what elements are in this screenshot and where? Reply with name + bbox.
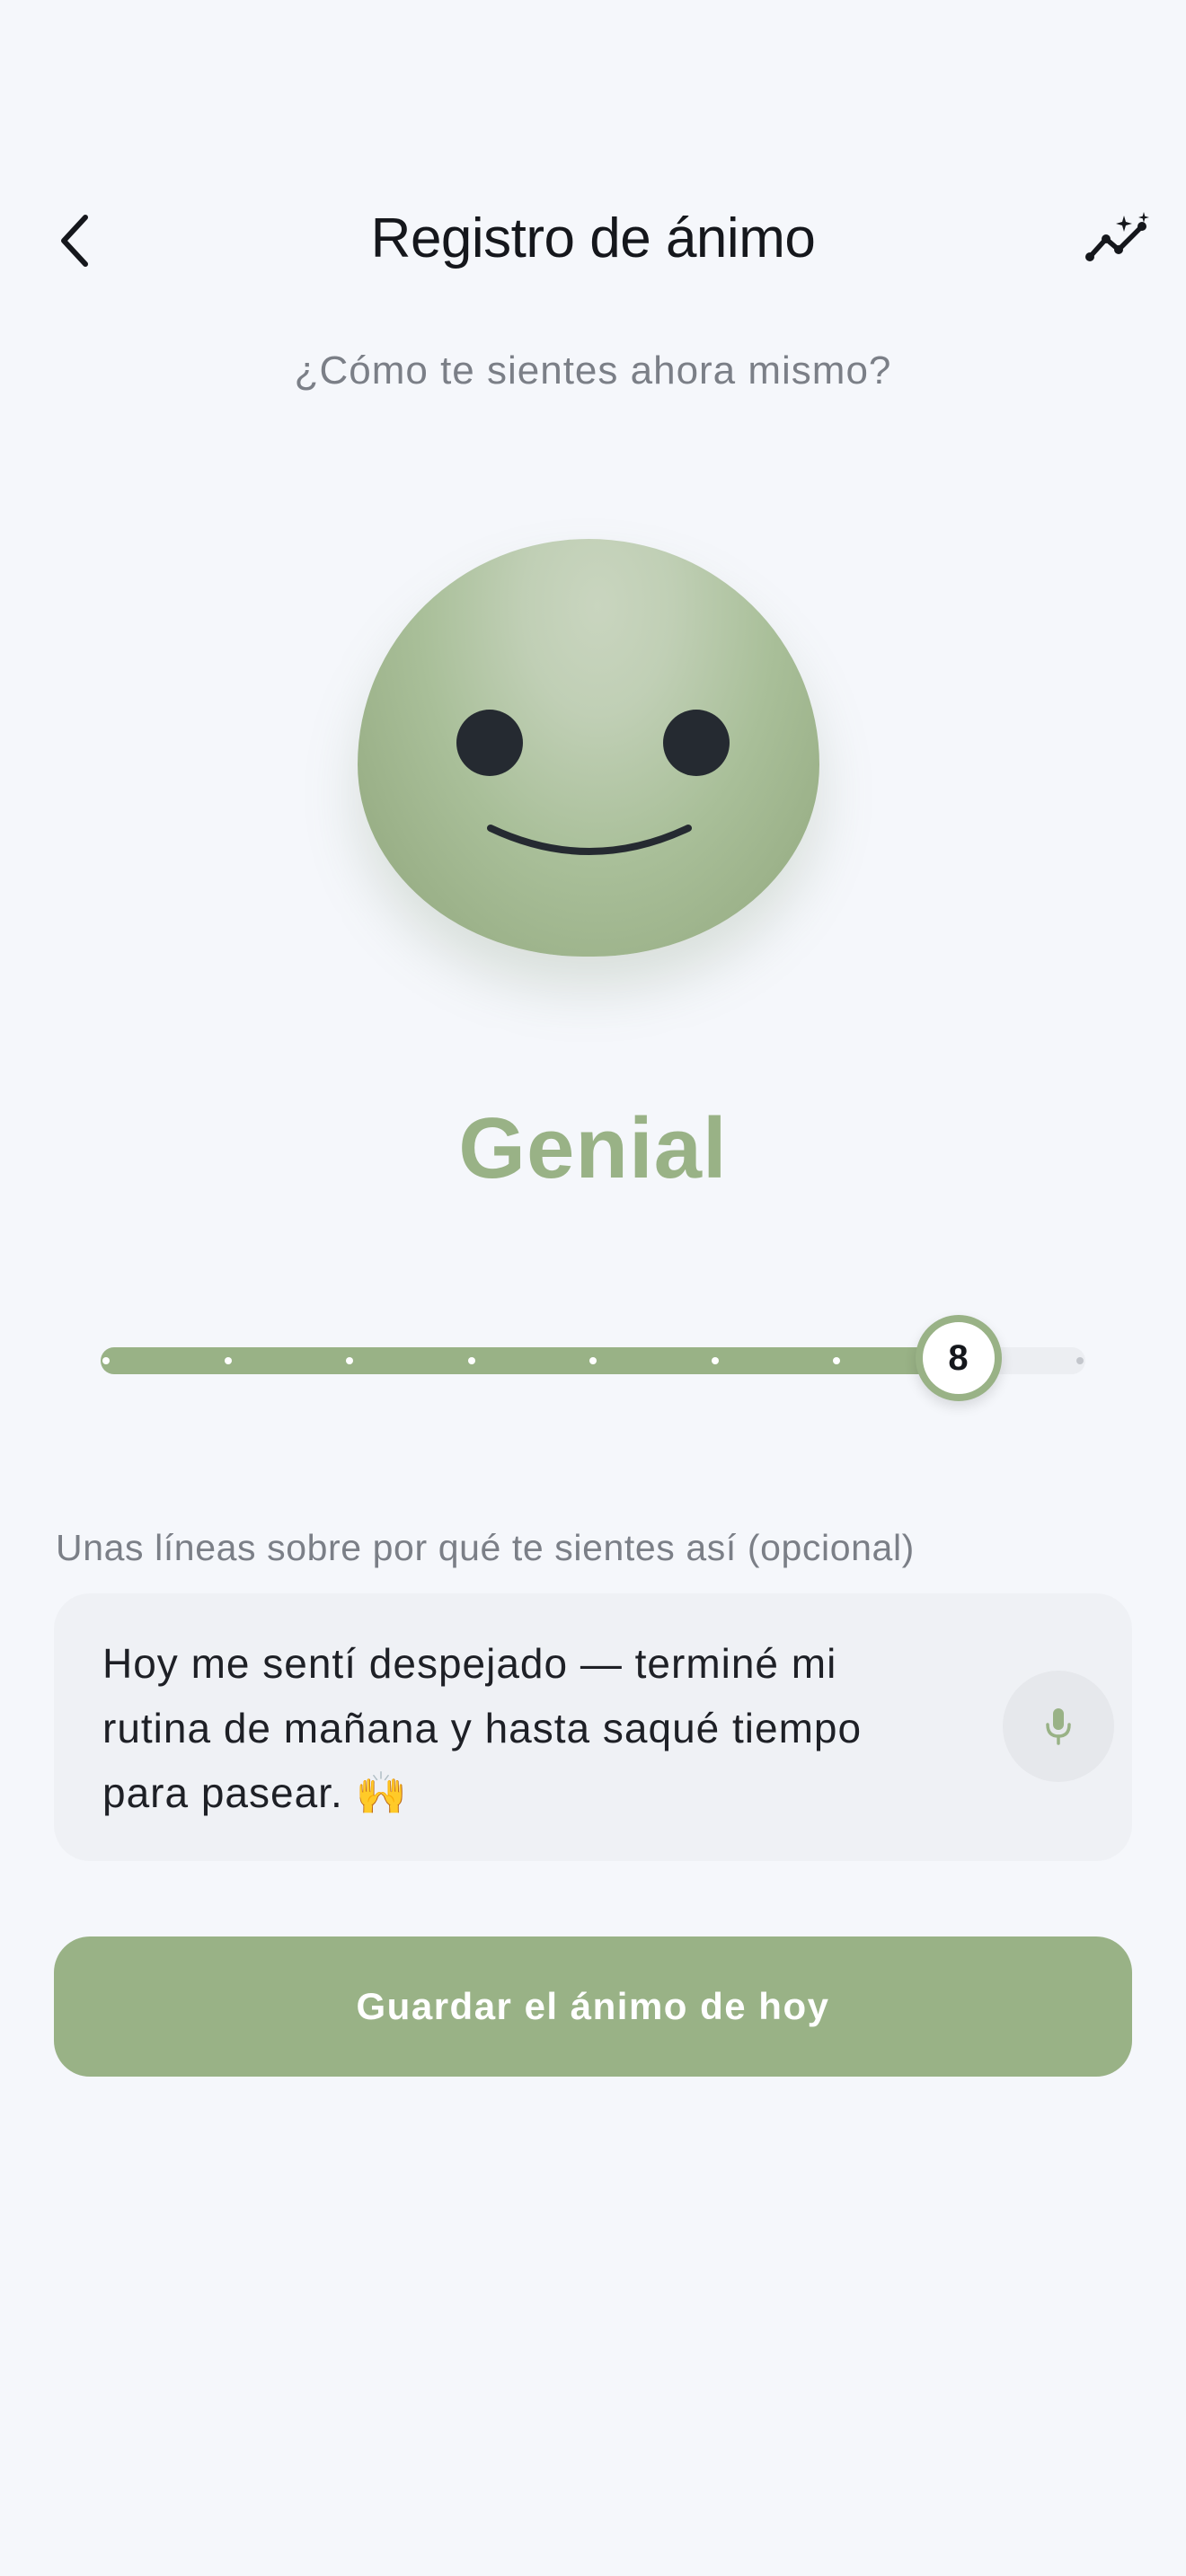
mood-slider[interactable]: 8 — [101, 1315, 1085, 1401]
save-mood-button[interactable]: Guardar el ánimo de hoy — [54, 1936, 1132, 2077]
notes-text[interactable]: Hoy me sentí despejado — terminé mi ruti… — [102, 1631, 1001, 1825]
notes-label: Unas líneas sobre por qué te sientes así… — [56, 1527, 915, 1568]
microphone-icon — [1046, 1708, 1071, 1745]
slider-step-dot — [467, 1357, 475, 1364]
slider-step-dot — [102, 1357, 110, 1364]
left-eye — [456, 710, 523, 776]
page-title: Registro de ánimo — [370, 207, 816, 269]
mouth — [487, 825, 692, 855]
slider-thumb[interactable]: 8 — [915, 1315, 1002, 1401]
slider-fill — [101, 1347, 977, 1374]
voice-input-button[interactable] — [1003, 1671, 1114, 1782]
mood-label: Genial — [458, 1100, 728, 1196]
slider-step-dot — [224, 1357, 232, 1364]
slider-step-dot — [589, 1357, 597, 1364]
top-bar: Registro de ánimo — [0, 180, 1186, 305]
notes-textarea[interactable]: Hoy me sentí despejado — terminé mi ruti… — [54, 1593, 1132, 1861]
smiling-face-icon — [358, 539, 819, 957]
sparkle-trend-icon — [1085, 212, 1149, 261]
slider-step-dot — [833, 1357, 840, 1364]
right-eye — [663, 710, 730, 776]
slider-step-dot — [711, 1357, 719, 1364]
mood-prompt: ¿Cómo te sientes ahora mismo? — [294, 348, 892, 393]
mood-face — [358, 539, 825, 961]
slider-step-dot — [1076, 1357, 1084, 1364]
insights-button[interactable] — [1078, 205, 1159, 277]
slider-step-dot — [346, 1357, 353, 1364]
